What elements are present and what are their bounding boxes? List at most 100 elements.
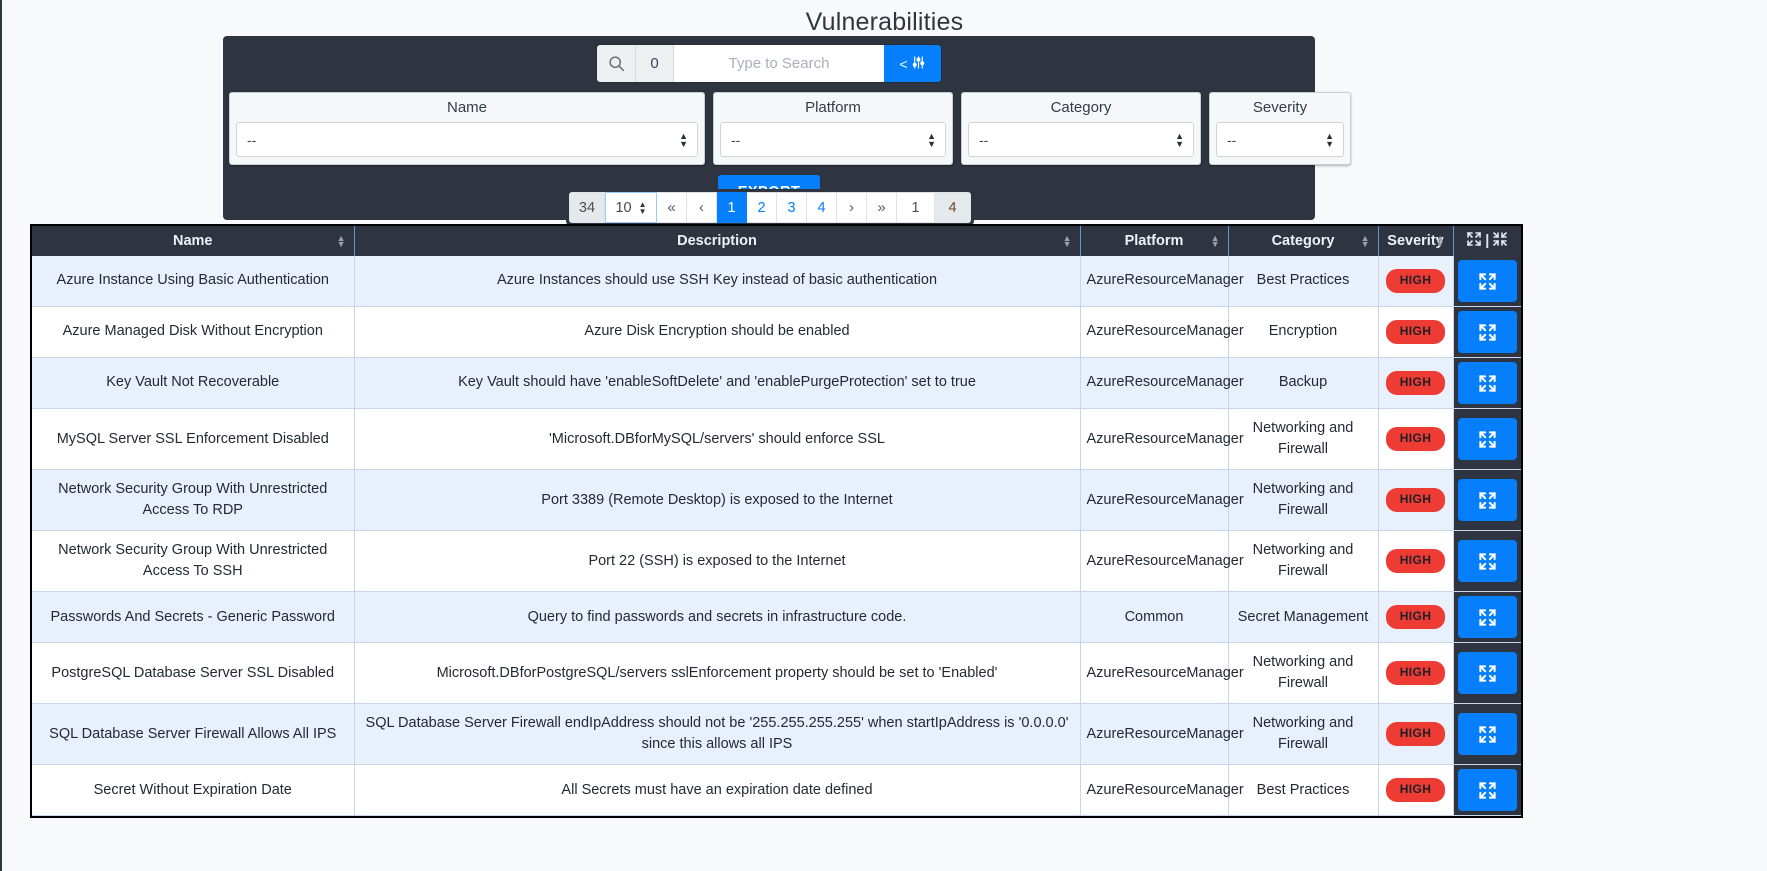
cell-description: SQL Database Server Firewall endIpAddres… bbox=[354, 703, 1081, 766]
pagination-per-page-value: 10 bbox=[615, 199, 632, 216]
cell-name: PostgreSQL Database Server SSL Disabled bbox=[32, 642, 355, 705]
table-row: Azure Instance Using Basic Authenticatio… bbox=[32, 256, 1521, 307]
cell-actions bbox=[1453, 764, 1521, 817]
status-badge: HIGH bbox=[1385, 488, 1446, 512]
table-row: Key Vault Not Recoverable Key Vault shoul… bbox=[32, 357, 1521, 409]
advanced-search-label: < bbox=[899, 55, 908, 72]
expand-row-button[interactable] bbox=[1457, 713, 1517, 756]
status-badge: HIGH bbox=[1385, 320, 1446, 344]
filter-value-severity: -- bbox=[1227, 131, 1237, 148]
status-badge: HIGH bbox=[1385, 371, 1446, 395]
collapse-all-icon[interactable] bbox=[1492, 231, 1508, 251]
cell-category: Encryption bbox=[1228, 306, 1379, 358]
cell-category: Secret Management bbox=[1228, 591, 1379, 644]
expand-row-button[interactable] bbox=[1457, 362, 1517, 404]
cell-platform: AzureResourceManager bbox=[1080, 530, 1244, 593]
expand-row-button[interactable] bbox=[1457, 596, 1517, 639]
app-root: Vulnerabilities 0 < bbox=[0, 0, 1767, 871]
pagination-first-button[interactable]: « bbox=[657, 192, 687, 223]
sort-icon[interactable]: ▲ ▼ bbox=[337, 234, 346, 249]
chevron-updown-icon: ▲ ▼ bbox=[679, 130, 688, 149]
cell-description: Key Vault should have 'enableSoftDelete'… bbox=[354, 357, 1081, 409]
column-label-description: Description bbox=[677, 233, 757, 249]
pagination-page-3[interactable]: 3 bbox=[777, 192, 807, 223]
filter-select-platform[interactable]: -- ▲ ▼ bbox=[720, 122, 946, 157]
status-badge: HIGH bbox=[1385, 549, 1446, 573]
cell-platform: AzureResourceManager bbox=[1080, 642, 1244, 705]
cell-description: Port 22 (SSH) is exposed to the Internet bbox=[354, 530, 1081, 593]
filter-label-platform: Platform bbox=[805, 99, 861, 116]
column-label-platform: Platform bbox=[1124, 233, 1184, 249]
cell-name: Network Security Group With Unrestricted… bbox=[32, 530, 355, 593]
pagination-last-button[interactable]: » bbox=[867, 192, 897, 223]
sort-icon[interactable]: ▲ ▼ bbox=[1436, 234, 1445, 249]
cell-actions bbox=[1453, 357, 1521, 409]
expand-row-button[interactable] bbox=[1457, 311, 1517, 353]
expand-row-button[interactable] bbox=[1457, 479, 1517, 522]
pagination-current-page-input[interactable]: 1 bbox=[897, 192, 935, 223]
expand-all-icon[interactable] bbox=[1466, 231, 1482, 251]
filter-select-category[interactable]: -- ▲ ▼ bbox=[968, 122, 1194, 157]
sort-icon[interactable]: ▲ ▼ bbox=[1063, 234, 1072, 249]
column-header-severity[interactable]: Severity ▲ ▼ bbox=[1378, 226, 1454, 256]
column-header-actions: | bbox=[1453, 226, 1521, 256]
filter-label-severity: Severity bbox=[1252, 99, 1308, 116]
expand-row-button[interactable] bbox=[1457, 769, 1517, 812]
filter-select-name[interactable]: -- ▲ ▼ bbox=[236, 122, 698, 157]
cell-actions bbox=[1453, 703, 1521, 766]
cell-platform: AzureResourceManager bbox=[1080, 764, 1244, 817]
pagination-page-2[interactable]: 2 bbox=[747, 192, 777, 223]
advanced-search-button[interactable]: < bbox=[884, 45, 941, 82]
column-header-platform[interactable]: Platform ▲ ▼ bbox=[1080, 226, 1229, 256]
table-row: Passwords And Secrets - Generic Password… bbox=[32, 591, 1521, 644]
column-label-name: Name bbox=[173, 233, 213, 249]
table-row: Azure Managed Disk Without Encryption Azu… bbox=[32, 306, 1521, 358]
column-header-category[interactable]: Category ▲ ▼ bbox=[1228, 226, 1379, 256]
filter-select-severity[interactable]: -- ▲ ▼ bbox=[1216, 122, 1344, 157]
cell-actions bbox=[1453, 591, 1521, 644]
table-row: Secret Without Expiration Date All Secret… bbox=[32, 764, 1521, 817]
cell-category: Best Practices bbox=[1228, 256, 1379, 307]
cell-category: Networking and Firewall bbox=[1228, 408, 1379, 471]
pagination-next-button[interactable]: › bbox=[837, 192, 867, 223]
expand-row-button[interactable] bbox=[1457, 540, 1517, 583]
table-row: SQL Database Server Firewall Allows All … bbox=[32, 703, 1521, 766]
column-header-name[interactable]: Name ▲ ▼ bbox=[32, 226, 355, 256]
filters-row: Name -- ▲ ▼ Platform -- ▲ ▼ Category -- ▲ ▼ bbox=[223, 82, 1351, 165]
pagination-prev-button[interactable]: ‹ bbox=[687, 192, 717, 223]
filter-value-platform: -- bbox=[731, 131, 741, 148]
cell-description: 'Microsoft.DBforMySQL/servers' should en… bbox=[354, 408, 1081, 471]
cell-description: Query to find passwords and secrets in i… bbox=[354, 591, 1081, 644]
expand-collapse-icons[interactable]: | bbox=[1458, 231, 1518, 251]
search-row: 0 < bbox=[223, 36, 1315, 82]
cell-name: Azure Managed Disk Without Encryption bbox=[32, 306, 355, 358]
cell-category: Backup bbox=[1228, 357, 1379, 409]
column-header-description[interactable]: Description ▲ ▼ bbox=[354, 226, 1081, 256]
cell-category: Networking and Firewall bbox=[1228, 469, 1379, 532]
expand-row-button[interactable] bbox=[1457, 652, 1517, 695]
sort-icon[interactable]: ▲ ▼ bbox=[1211, 234, 1220, 249]
expand-row-button[interactable] bbox=[1457, 260, 1517, 302]
table-row: MySQL Server SSL Enforcement Disabled 'Mi… bbox=[32, 408, 1521, 471]
cell-category: Networking and Firewall bbox=[1228, 703, 1379, 766]
vulnerabilities-table: Name ▲ ▼ Description ▲ ▼ Platform ▲ ▼ Categ… bbox=[32, 226, 1521, 817]
chevron-updown-icon: ▲ ▼ bbox=[927, 130, 936, 149]
search-icon bbox=[597, 45, 636, 82]
pagination-page-4[interactable]: 4 bbox=[807, 192, 837, 223]
chevron-updown-icon: ▲ ▼ bbox=[638, 199, 647, 216]
pagination-page-count: 4 bbox=[935, 192, 971, 223]
search-input[interactable] bbox=[674, 45, 884, 82]
pagination-page-1[interactable]: 1 bbox=[717, 192, 747, 223]
cell-severity: HIGH bbox=[1378, 408, 1454, 471]
table-head: Name ▲ ▼ Description ▲ ▼ Platform ▲ ▼ Categ… bbox=[32, 226, 1521, 256]
pagination-per-page-select[interactable]: 10 ▲ ▼ bbox=[605, 192, 657, 223]
table-row: PostgreSQL Database Server SSL Disabled M… bbox=[32, 642, 1521, 705]
filter-value-category: -- bbox=[979, 131, 989, 148]
filter-label-category: Category bbox=[1050, 99, 1112, 116]
cell-description: Azure Instances should use SSH Key inste… bbox=[354, 256, 1081, 307]
sort-icon[interactable]: ▲ ▼ bbox=[1361, 234, 1370, 249]
expand-row-button[interactable] bbox=[1457, 418, 1517, 461]
table-row: Network Security Group With Unrestricted… bbox=[32, 469, 1521, 532]
cell-description: Azure Disk Encryption should be enabled bbox=[354, 306, 1081, 358]
table-row: Network Security Group With Unrestricted… bbox=[32, 530, 1521, 593]
